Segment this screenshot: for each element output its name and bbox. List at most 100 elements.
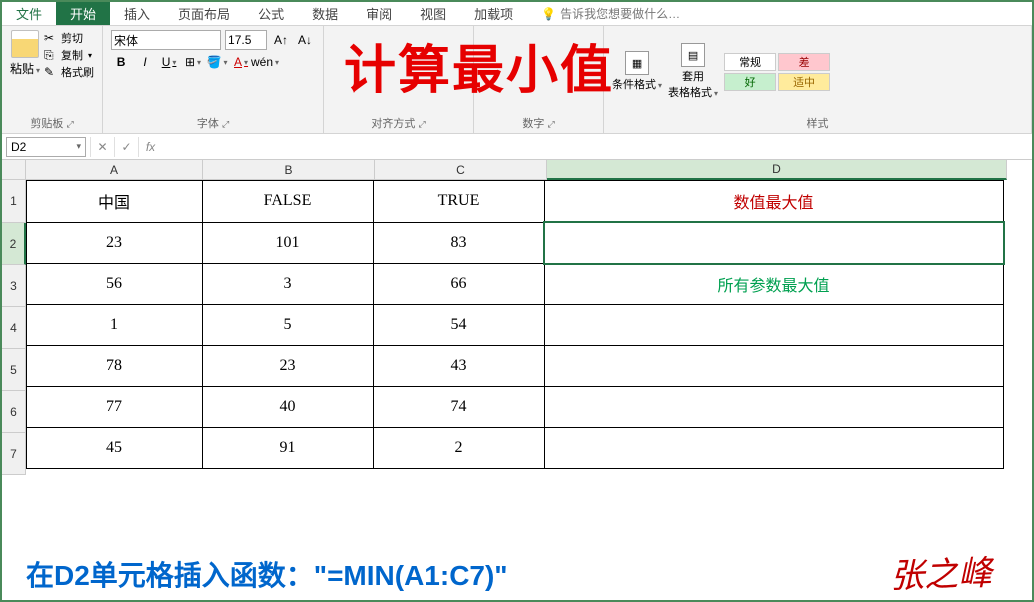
decrease-font-button[interactable]: A↓ [295, 30, 315, 50]
cell[interactable]: 23 [202, 345, 374, 387]
group-number: 数字 ⤢ [474, 26, 604, 133]
tab-file[interactable]: 文件 [2, 2, 56, 25]
font-color-button[interactable]: A [231, 52, 251, 72]
cell[interactable]: 77 [26, 386, 203, 428]
cell[interactable]: 54 [373, 304, 545, 346]
row-header[interactable]: 6 [2, 391, 26, 433]
row-header[interactable]: 2 [2, 223, 26, 265]
conditional-format-icon: ▦ [625, 51, 649, 75]
formula-bar: D2 ✕ ✓ fx [2, 134, 1032, 160]
insert-function-button[interactable]: fx [138, 137, 162, 157]
row-header[interactable]: 3 [2, 265, 26, 307]
tab-view[interactable]: 视图 [406, 2, 460, 25]
brush-icon [44, 65, 58, 79]
cell[interactable]: 1 [26, 304, 203, 346]
conditional-format-button[interactable]: ▦ 条件格式 [612, 51, 662, 92]
cell[interactable] [544, 386, 1004, 428]
cell[interactable]: 101 [202, 222, 374, 264]
cell[interactable] [544, 304, 1004, 346]
cell[interactable]: 23 [26, 222, 203, 264]
tab-pagelayout[interactable]: 页面布局 [164, 2, 244, 25]
row-header[interactable]: 5 [2, 349, 26, 391]
cancel-formula-button[interactable]: ✕ [90, 137, 114, 157]
col-header[interactable]: D [547, 160, 1007, 180]
copy-button[interactable]: 复制▾ [44, 47, 94, 63]
copy-icon [44, 48, 58, 62]
tab-data[interactable]: 数据 [298, 2, 352, 25]
phonetic-button[interactable]: wén [255, 52, 275, 72]
group-label: 样式 [612, 113, 1023, 131]
group-clipboard: 粘贴 剪切 复制▾ 格式刷 剪贴板 ⤢ [2, 26, 103, 133]
scissors-icon [44, 31, 58, 45]
group-font: A↑ A↓ B I U ⊞ 🪣 A wén 字体 ⤢ [103, 26, 324, 133]
cell[interactable]: 74 [373, 386, 545, 428]
select-all-corner[interactable] [2, 160, 26, 180]
cell-styles-gallery[interactable]: 常规 差 好 适中 [724, 53, 830, 91]
col-header[interactable]: C [375, 160, 547, 180]
increase-font-button[interactable]: A↑ [271, 30, 291, 50]
cell[interactable]: 45 [26, 427, 203, 469]
format-painter-button[interactable]: 格式刷 [44, 64, 94, 80]
accept-formula-button[interactable]: ✓ [114, 137, 138, 157]
style-bad[interactable]: 差 [778, 53, 830, 71]
font-name-select[interactable] [111, 30, 221, 50]
italic-button[interactable]: I [135, 52, 155, 72]
tab-addins[interactable]: 加载项 [460, 2, 527, 25]
style-good[interactable]: 好 [724, 73, 776, 91]
tab-review[interactable]: 审阅 [352, 2, 406, 25]
row-header[interactable]: 1 [2, 180, 26, 223]
tab-insert[interactable]: 插入 [110, 2, 164, 25]
group-label: 对齐方式 ⤢ [332, 113, 465, 131]
cell[interactable]: FALSE [202, 180, 374, 223]
cell[interactable]: 5 [202, 304, 374, 346]
paste-button[interactable]: 粘贴 [10, 60, 40, 77]
group-label: 数字 ⤢ [482, 113, 595, 131]
group-alignment: 对齐方式 ⤢ [324, 26, 474, 133]
style-normal[interactable]: 常规 [724, 53, 776, 71]
signature: 张之峰 [889, 545, 993, 598]
cell[interactable]: 56 [26, 263, 203, 305]
group-label: 字体 ⤢ [111, 113, 315, 131]
tab-formulas[interactable]: 公式 [244, 2, 298, 25]
border-button[interactable]: ⊞ [183, 52, 203, 72]
row-header[interactable]: 7 [2, 433, 26, 475]
formula-input[interactable] [166, 137, 1032, 157]
paste-icon[interactable] [11, 30, 39, 58]
tell-me[interactable]: 💡告诉我您想要做什么… [527, 2, 680, 25]
cell[interactable] [544, 345, 1004, 387]
cell[interactable]: 中国 [26, 180, 203, 223]
fill-color-button[interactable]: 🪣 [207, 52, 227, 72]
cell[interactable]: 数值最大值 [544, 180, 1004, 223]
row-header[interactable]: 4 [2, 307, 26, 349]
tab-home[interactable]: 开始 [56, 2, 110, 25]
menu-tabs: 文件 开始 插入 页面布局 公式 数据 审阅 视图 加载项 💡告诉我您想要做什么… [2, 2, 1032, 26]
cell[interactable] [544, 427, 1004, 469]
group-label: 剪贴板 ⤢ [10, 113, 94, 131]
underline-button[interactable]: U [159, 52, 179, 72]
cell[interactable]: 43 [373, 345, 545, 387]
cell[interactable]: 91 [202, 427, 374, 469]
col-header[interactable]: A [26, 160, 203, 180]
table-format-icon: ▤ [681, 43, 705, 67]
group-styles: ▦ 条件格式 ▤ 套用 表格格式 常规 差 好 适中 样式 [604, 26, 1032, 133]
worksheet: 1 2 3 4 5 6 7 A B C D 中国 FALSE TRUE 数值最大… [2, 160, 1032, 475]
instruction-text: 在D2单元格插入函数："=MIN(A1:C7)" [26, 554, 508, 594]
ribbon: 粘贴 剪切 复制▾ 格式刷 剪贴板 ⤢ A↑ A↓ B I U ⊞ 🪣 [2, 26, 1032, 134]
table-format-button[interactable]: ▤ 套用 表格格式 [668, 43, 718, 100]
cell[interactable]: 40 [202, 386, 374, 428]
cell[interactable]: 所有参数最大值 [544, 263, 1004, 305]
font-size-select[interactable] [225, 30, 267, 50]
cell[interactable]: 78 [26, 345, 203, 387]
col-header[interactable]: B [203, 160, 375, 180]
bold-button[interactable]: B [111, 52, 131, 72]
style-neutral[interactable]: 适中 [778, 73, 830, 91]
cell[interactable]: 3 [202, 263, 374, 305]
name-box[interactable]: D2 [6, 137, 86, 157]
cut-button[interactable]: 剪切 [44, 30, 94, 46]
cell[interactable]: 66 [373, 263, 545, 305]
cell[interactable]: TRUE [373, 180, 545, 223]
cell[interactable]: 2 [373, 427, 545, 469]
cell[interactable]: 83 [373, 222, 545, 264]
cell-selected[interactable] [544, 222, 1004, 264]
bulb-icon: 💡 [541, 7, 556, 21]
